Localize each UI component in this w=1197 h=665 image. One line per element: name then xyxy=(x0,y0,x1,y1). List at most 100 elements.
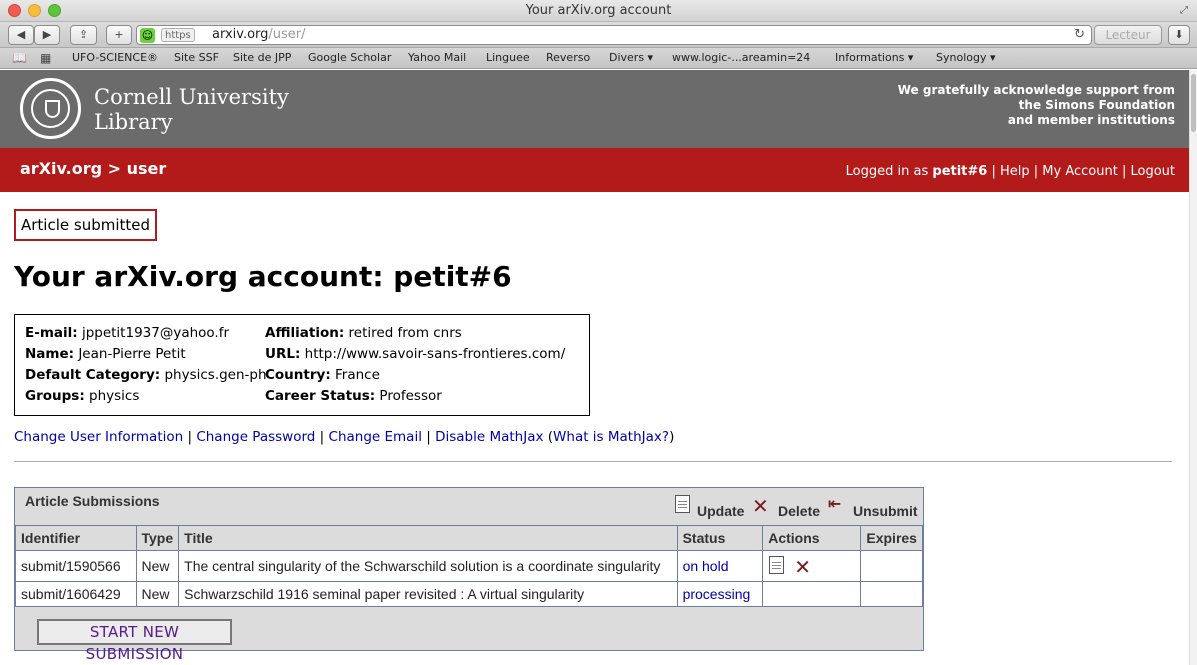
forward-button[interactable]: ▶ xyxy=(34,25,60,45)
bookmarks-bar: 📖 ▦ UFO-SCIENCE® Site SSF Site de JPP Go… xyxy=(0,48,1197,69)
account-info-box: E-mail: jppetit1937@yahoo.fr Name: Jean-… xyxy=(14,314,590,416)
submission-actions xyxy=(762,581,862,607)
scrollbar-thumb[interactable] xyxy=(1191,74,1196,132)
submissions-table: Identifier Type Title Status Actions Exp… xyxy=(15,525,923,607)
status-processing-link[interactable]: processing xyxy=(683,586,751,602)
bookmark-folder[interactable]: Synology ▾ xyxy=(936,48,996,68)
submissions-heading: Article Submissions xyxy=(25,493,160,509)
url-value: http://www.savoir-sans-frontieres.com/ xyxy=(300,346,566,362)
my-account-link[interactable]: My Account xyxy=(1042,164,1118,179)
bookmark-item[interactable]: Google Scholar xyxy=(308,48,391,68)
submission-expires xyxy=(860,581,923,607)
window-title: Your arXiv.org account xyxy=(525,3,672,18)
window-titlebar: Your arXiv.org account ⤢ xyxy=(0,0,1197,22)
bookmark-item[interactable]: Yahoo Mail xyxy=(408,48,466,68)
library-name[interactable]: Cornell University Library xyxy=(94,85,289,135)
country-value: France xyxy=(330,367,380,383)
bookmark-item[interactable]: Reverso xyxy=(546,48,590,68)
logged-in-label: Logged in as xyxy=(845,164,933,179)
download-icon: ⬇ xyxy=(1174,28,1184,41)
table-header-row: Identifier Type Title Status Actions Exp… xyxy=(15,525,923,551)
column-header-title: Title xyxy=(178,525,678,551)
submission-actions: ✕ xyxy=(762,550,862,582)
what-is-mathjax-link[interactable]: What is MathJax? xyxy=(553,429,669,445)
url-path: /user/ xyxy=(268,27,306,42)
status-on-hold-link[interactable]: on hold xyxy=(683,558,729,574)
submission-title: Schwarzschild 1916 seminal paper revisit… xyxy=(178,581,678,607)
reading-list-icon[interactable]: 📖 xyxy=(12,48,27,68)
share-button[interactable]: ⇪ xyxy=(70,25,97,45)
name-value: Jean-Pierre Petit xyxy=(74,346,186,362)
table-row: submit/1590566 New The central singulari… xyxy=(15,550,923,582)
fullscreen-icon[interactable]: ⤢ xyxy=(1177,4,1191,18)
account-links: Change User Information | Change Passwor… xyxy=(14,429,675,445)
account-info-left: E-mail: jppetit1937@yahoo.fr Name: Jean-… xyxy=(25,325,267,404)
window-minimize-button[interactable] xyxy=(28,4,41,17)
bookmark-folder[interactable]: Informations ▾ xyxy=(835,48,913,68)
submission-type: New xyxy=(135,581,180,607)
groups-value: physics xyxy=(84,388,140,404)
column-header-identifier: Identifier xyxy=(15,525,137,551)
update-legend-label: Update xyxy=(697,503,745,519)
table-row: submit/1606429 New Schwarzschild 1916 se… xyxy=(15,581,923,607)
start-new-submission-button[interactable]: START NEW SUBMISSION xyxy=(37,619,232,663)
page-scrollbar[interactable] xyxy=(1189,70,1197,665)
top-sites-icon[interactable]: ▦ xyxy=(40,48,51,68)
submission-status: processing xyxy=(676,581,764,607)
submission-title: The central singularity of the Schwarsch… xyxy=(178,550,678,582)
logout-link[interactable]: Logout xyxy=(1130,164,1175,179)
change-password-link[interactable]: Change Password xyxy=(196,429,315,445)
window-zoom-button[interactable] xyxy=(48,4,61,17)
reader-button[interactable]: Lecteur xyxy=(1094,25,1162,45)
forward-arrow-icon: ▶ xyxy=(42,28,52,41)
column-header-expires: Expires xyxy=(860,525,923,551)
url-text: arxiv.org/user/ xyxy=(212,26,306,44)
change-user-info-link[interactable]: Change User Information xyxy=(14,429,183,445)
change-email-link[interactable]: Change Email xyxy=(329,429,422,445)
downloads-button[interactable]: ⬇ xyxy=(1168,25,1190,45)
back-button[interactable]: ◀ xyxy=(8,25,34,45)
career-value: Professor xyxy=(375,388,442,404)
bookmark-item[interactable]: Site de JPP xyxy=(233,48,291,68)
submission-identifier: submit/1606429 xyxy=(15,581,137,607)
support-message[interactable]: We gratefully acknowledge support from t… xyxy=(835,83,1175,128)
add-bookmark-button[interactable]: + xyxy=(106,25,132,45)
share-icon: ⇪ xyxy=(78,28,89,41)
flash-message: Article submitted xyxy=(14,209,158,241)
update-icon xyxy=(675,495,690,513)
account-info-right: Affiliation: retired from cnrs URL: http… xyxy=(265,325,566,404)
unsubmit-icon: ⇤ xyxy=(828,494,842,513)
url-domain: arxiv.org xyxy=(212,27,269,42)
back-arrow-icon: ◀ xyxy=(16,28,26,41)
bookmark-item[interactable]: www.logic-...areamin=24 xyxy=(672,48,810,68)
email-value: jppetit1937@yahoo.fr xyxy=(77,325,230,341)
affiliation-value: retired from cnrs xyxy=(344,325,462,341)
browser-toolbar: ◀ ▶ ⇪ + ☺ https arxiv.org/user/ ↻ Lecteu… xyxy=(0,22,1197,48)
column-header-status: Status xyxy=(676,525,764,551)
disable-mathjax-link[interactable]: Disable MathJax xyxy=(435,429,543,445)
update-submission-icon[interactable] xyxy=(769,556,785,574)
bookmark-item[interactable]: Linguee xyxy=(486,48,530,68)
reload-icon[interactable]: ↻ xyxy=(1074,26,1085,44)
logged-in-username: petit#6 xyxy=(932,164,988,179)
cornell-seal-icon[interactable] xyxy=(20,78,81,139)
category-value: physics.gen-ph xyxy=(160,367,267,383)
article-submissions-panel: Article Submissions Update ✕ Delete ⇤ Un… xyxy=(14,487,924,663)
window-close-button[interactable] xyxy=(8,4,21,17)
plus-icon: + xyxy=(114,28,124,41)
submission-type: New xyxy=(135,550,180,582)
arxiv-nav-bar: arXiv.org > user Logged in as petit#6 | … xyxy=(0,148,1189,192)
breadcrumb[interactable]: arXiv.org > user xyxy=(20,159,166,178)
help-link[interactable]: Help xyxy=(1000,164,1030,179)
column-header-type: Type xyxy=(135,525,180,551)
submission-identifier: submit/1590566 xyxy=(15,550,137,582)
site-favicon-icon: ☺ xyxy=(140,28,155,43)
bookmark-item[interactable]: Site SSF xyxy=(174,48,219,68)
delete-icon: ✕ xyxy=(752,494,769,518)
bookmark-item[interactable]: UFO-SCIENCE® xyxy=(72,48,158,68)
cornell-masthead: Cornell University Library We gratefully… xyxy=(0,70,1189,148)
delete-submission-icon[interactable]: ✕ xyxy=(794,557,811,577)
address-bar[interactable]: ☺ https arxiv.org/user/ ↻ xyxy=(136,25,1092,45)
submission-expires xyxy=(860,550,923,582)
bookmark-folder[interactable]: Divers ▾ xyxy=(609,48,653,68)
